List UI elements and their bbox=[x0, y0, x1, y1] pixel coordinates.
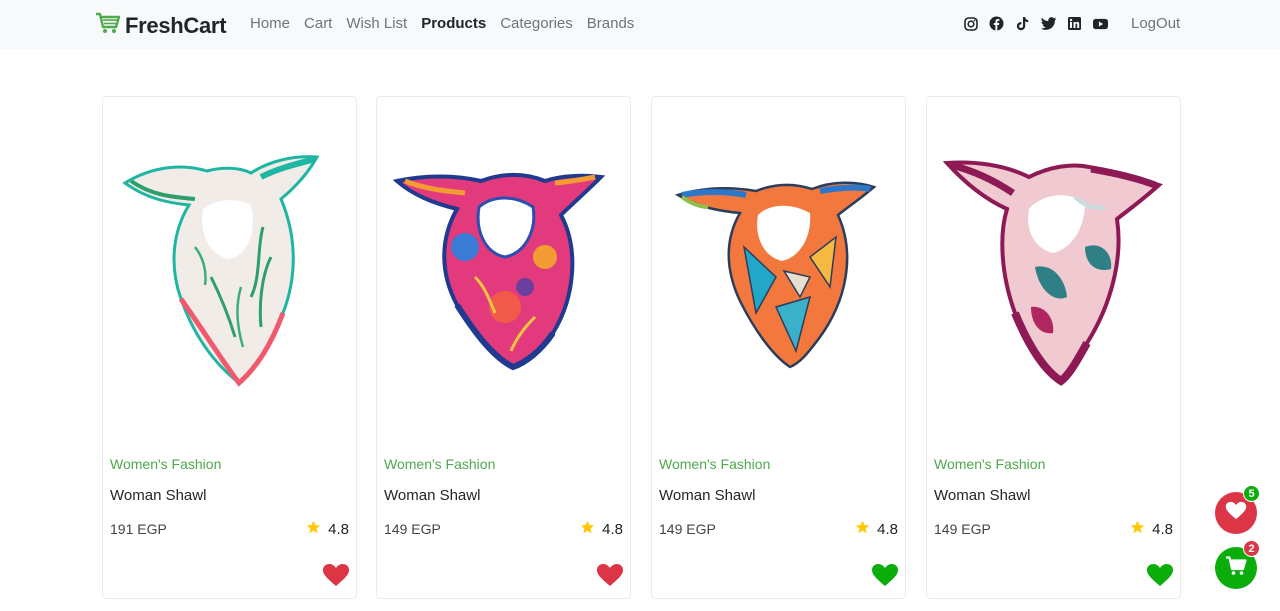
nav-link-categories[interactable]: Categories bbox=[500, 15, 573, 32]
cart-icon bbox=[95, 12, 121, 39]
star-icon bbox=[580, 520, 595, 539]
floating-cart-button[interactable]: 2 bbox=[1215, 540, 1260, 589]
product-title[interactable]: Woman Shawl bbox=[934, 487, 1030, 504]
youtube-icon[interactable] bbox=[1093, 16, 1108, 31]
product-price: 149 EGP bbox=[384, 521, 441, 537]
product-card[interactable]: Women's Fashion Woman Shawl 149 EGP 4.8 bbox=[926, 96, 1181, 599]
product-image-scarf[interactable] bbox=[385, 137, 623, 397]
cart-count-badge: 2 bbox=[1243, 540, 1260, 557]
star-icon bbox=[306, 520, 321, 539]
product-price: 191 EGP bbox=[110, 521, 167, 537]
product-rating: 4.8 bbox=[1130, 520, 1173, 539]
nav-link-cart[interactable]: Cart bbox=[304, 15, 332, 32]
heart-icon bbox=[1225, 501, 1247, 525]
product-image-scarf[interactable] bbox=[660, 137, 898, 397]
nav-link-products[interactable]: Products bbox=[421, 15, 486, 32]
product-image-scarf[interactable] bbox=[935, 137, 1173, 397]
product-price: 149 EGP bbox=[659, 521, 716, 537]
nav-links: Home Cart Wish List Products Categories … bbox=[250, 15, 634, 32]
rating-value: 4.8 bbox=[602, 521, 623, 538]
product-image-scarf[interactable] bbox=[111, 137, 349, 397]
wishlist-heart-icon[interactable] bbox=[871, 563, 899, 587]
product-title[interactable]: Woman Shawl bbox=[384, 487, 480, 504]
product-title[interactable]: Woman Shawl bbox=[659, 487, 755, 504]
wishlist-heart-icon[interactable] bbox=[596, 563, 624, 587]
floating-wishlist-button[interactable]: 5 bbox=[1215, 485, 1260, 534]
social-links bbox=[963, 16, 1108, 31]
logout-link[interactable]: LogOut bbox=[1131, 15, 1180, 32]
facebook-icon[interactable] bbox=[989, 16, 1004, 31]
product-price: 149 EGP bbox=[934, 521, 991, 537]
twitter-icon[interactable] bbox=[1041, 16, 1056, 31]
rating-value: 4.8 bbox=[328, 521, 349, 538]
product-title[interactable]: Woman Shawl bbox=[110, 487, 206, 504]
product-card[interactable]: Women's Fashion Woman Shawl 191 EGP 4.8 bbox=[102, 96, 357, 599]
nav-link-wishlist[interactable]: Wish List bbox=[346, 15, 407, 32]
navbar: FreshCart Home Cart Wish List Products C… bbox=[0, 0, 1280, 49]
wishlist-heart-icon[interactable] bbox=[322, 563, 350, 587]
rating-value: 4.8 bbox=[877, 521, 898, 538]
tiktok-icon[interactable] bbox=[1015, 16, 1030, 31]
star-icon bbox=[1130, 520, 1145, 539]
linkedin-icon[interactable] bbox=[1067, 16, 1082, 31]
product-rating: 4.8 bbox=[306, 520, 349, 539]
instagram-icon[interactable] bbox=[963, 16, 978, 31]
brand-name: FreshCart bbox=[125, 12, 227, 38]
wishlist-count-badge: 5 bbox=[1243, 485, 1260, 502]
nav-link-home[interactable]: Home bbox=[250, 15, 290, 32]
star-icon bbox=[855, 520, 870, 539]
product-rating: 4.8 bbox=[580, 520, 623, 539]
product-category[interactable]: Women's Fashion bbox=[659, 456, 770, 472]
product-category[interactable]: Women's Fashion bbox=[384, 456, 495, 472]
product-rating: 4.8 bbox=[855, 520, 898, 539]
cart-icon bbox=[1225, 555, 1247, 581]
product-card[interactable]: Women's Fashion Woman Shawl 149 EGP 4.8 bbox=[651, 96, 906, 599]
nav-link-brands[interactable]: Brands bbox=[587, 15, 635, 32]
product-category[interactable]: Women's Fashion bbox=[110, 456, 221, 472]
rating-value: 4.8 bbox=[1152, 521, 1173, 538]
brand-logo[interactable]: FreshCart bbox=[95, 12, 227, 39]
product-card[interactable]: Women's Fashion Woman Shawl 149 EGP 4.8 bbox=[376, 96, 631, 599]
wishlist-heart-icon[interactable] bbox=[1146, 563, 1174, 587]
product-category[interactable]: Women's Fashion bbox=[934, 456, 1045, 472]
